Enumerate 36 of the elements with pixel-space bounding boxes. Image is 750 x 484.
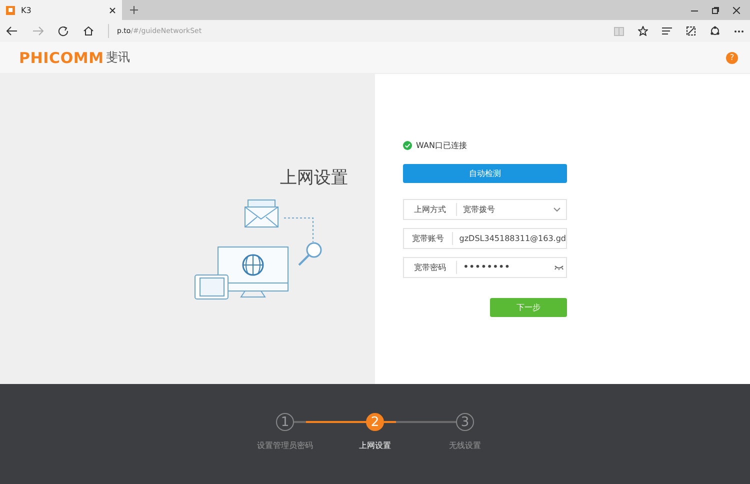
step-label: 设置管理员密码 [257,440,313,451]
tab-title: K3 [21,6,32,14]
step-label: 无线设置 [449,440,481,451]
logo-icon [6,6,15,14]
home-icon[interactable] [83,26,94,36]
close-icon[interactable] [733,6,740,14]
step-number: 2 [366,413,384,431]
page-title: 上网设置 [280,167,348,189]
star-icon[interactable] [638,26,648,36]
field-value: •••••••• [462,262,512,273]
brand-name: 斐讯 [106,49,130,66]
back-icon[interactable] [6,26,18,36]
chevron-icon [553,207,561,212]
input-field[interactable]: 宽带账号 gzDSL345188311@163.gd [403,228,567,249]
step-number: 3 [456,413,474,431]
new-tab-icon[interactable] [130,6,138,14]
brand-logo: PHICOMM [19,48,104,66]
connection-status: WAN口已连接 [416,140,467,151]
select-field[interactable]: 上网方式 宽带拨号 [403,199,567,220]
restore-icon[interactable] [712,6,719,14]
field-label: 上网方式 [404,203,457,216]
eye-closed-icon[interactable] [554,265,564,270]
field-value: gzDSL345188311@163.gd [458,234,566,243]
field-label: 宽带账号 [404,232,454,245]
pen-icon[interactable] [686,26,696,36]
step-number: 1 [276,413,294,431]
input-field[interactable]: 宽带密码 •••••••• [403,257,567,278]
refresh-icon[interactable] [58,26,69,36]
step-label: 上网设置 [359,440,391,451]
field-value: 宽带拨号 [462,204,496,215]
menu-icon[interactable] [662,27,672,35]
field-label: 宽带密码 [404,261,457,274]
close-icon[interactable] [109,6,116,14]
browser-tab[interactable]: K3 [0,0,122,20]
more-icon[interactable] [734,30,744,32]
share-icon[interactable] [710,26,720,36]
